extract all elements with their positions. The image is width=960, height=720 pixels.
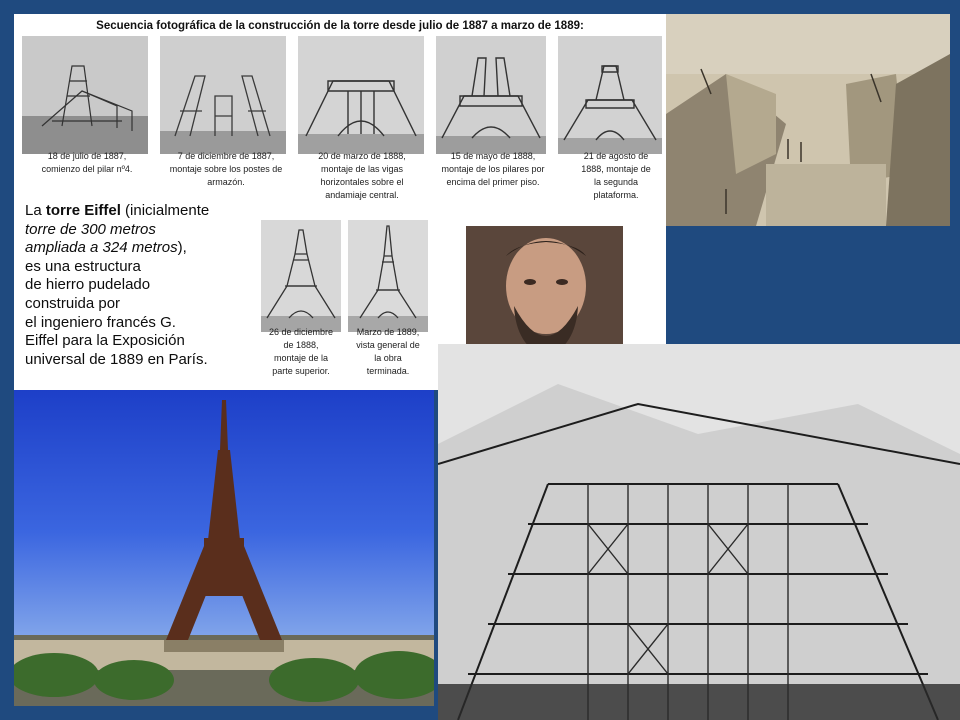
description-line-1: La torre Eiffel (inicialmente: [25, 202, 210, 219]
sequence-photo-5: [558, 36, 662, 154]
scaffolding-photo: [438, 344, 960, 720]
sequence-photo-7: [348, 220, 428, 332]
sequence-photo-3: [298, 36, 424, 154]
foundation-photo: [666, 14, 950, 226]
sequence-photo-4: [436, 36, 546, 154]
sequence-caption-5: 21 de agosto de 1888, montaje de la segu…: [581, 151, 651, 200]
description-line-7: el ingeniero francés G.: [25, 313, 176, 331]
description-line-4: es una estructura: [25, 257, 141, 275]
description-line-6: construida por: [25, 294, 121, 312]
description-line-8: Eiffel para la Exposición: [25, 332, 185, 350]
description-line-2: torre de 300 metros: [25, 220, 156, 238]
sequence-caption-7: Marzo de 1889, vista general de la obra …: [356, 327, 420, 376]
description-line-9: universal de 1889 en París.: [25, 350, 208, 368]
tower-name: torre Eiffel: [45, 202, 121, 219]
sequence-caption-3: 20 de marzo de 1888, montaje de las viga…: [318, 151, 406, 200]
sequence-title: Secuencia fotográfica de la construcción…: [96, 20, 584, 32]
sequence-photo-6: [261, 220, 341, 332]
eiffel-tower-photo: [14, 390, 434, 706]
description-line-3: ampliada a 324 metros),: [25, 239, 187, 257]
sequence-caption-1: 18 de julio de 1887, comienzo del pilar …: [41, 151, 133, 174]
sequence-photo-1: [22, 36, 148, 154]
tower-description: La torre Eiffel (inicialmente torre de 3…: [25, 202, 240, 369]
sequence-photo-2: [160, 36, 286, 154]
sequence-caption-4: 15 de mayo de 1888, montaje de los pilar…: [441, 151, 545, 187]
sequence-caption-2: 7 de diciembre de 1887, montaje sobre lo…: [169, 151, 283, 187]
description-line-5: de hierro pudelado: [25, 276, 151, 294]
sequence-caption-6: 26 de diciembre de 1888, montaje de la p…: [268, 327, 334, 376]
